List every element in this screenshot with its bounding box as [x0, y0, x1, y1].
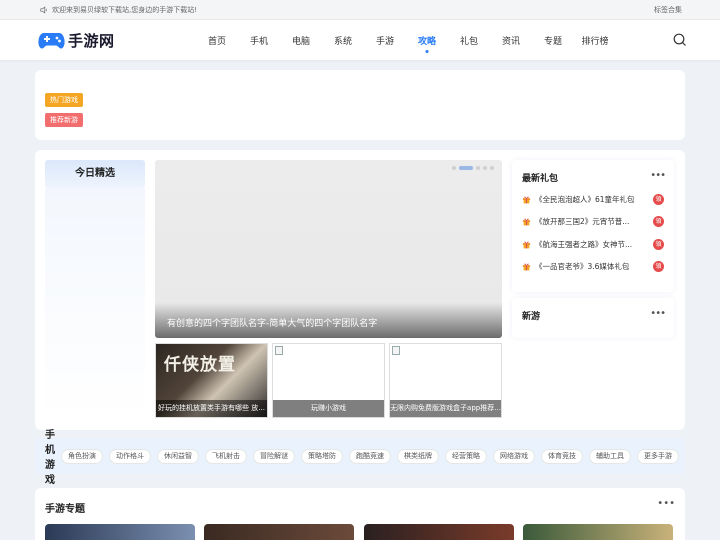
more-icon[interactable]: ••• [657, 498, 675, 509]
nav-item-guides[interactable]: 攻略 [406, 34, 448, 47]
mobile-games-title: 手机游戏 [45, 430, 55, 486]
topics-section: 手游专题 ••• [35, 488, 685, 540]
gift-item[interactable]: 《航海王强者之路》女神节... 領 [522, 237, 664, 251]
gift-icon [522, 196, 531, 203]
speaker-icon [40, 6, 47, 13]
slider-dot[interactable] [483, 166, 487, 170]
thumb-caption: 好玩的挂机放置类手游有哪些 放... [156, 400, 267, 417]
new-games-title: 新游 [522, 312, 541, 322]
broken-image-icon [392, 346, 400, 355]
nav-item-home[interactable]: 首页 [196, 34, 238, 47]
recommended-games-tag[interactable]: 推荐新游 [45, 113, 83, 127]
site-logo[interactable]: 手游网 [38, 30, 196, 51]
category-pill[interactable]: 体育竞技 [541, 448, 583, 464]
thumb-game-box[interactable]: 无限内购免费版游戏盒子app推荐... [389, 343, 502, 418]
thumb-earn-games[interactable]: 玩赚小游戏 [272, 343, 385, 418]
game-art-title: 仟侠放置 [164, 355, 236, 375]
category-pill[interactable]: 网络游戏 [493, 448, 535, 464]
slider-dot[interactable] [459, 166, 473, 170]
tag-collection-link[interactable]: 标签合集 [654, 5, 682, 15]
topic-card-image[interactable] [204, 524, 354, 540]
topics-title: 手游专题 [45, 504, 85, 515]
slider-dot[interactable] [476, 166, 480, 170]
thumbnail-row: 仟侠放置 好玩的挂机放置类手游有哪些 放... 玩赚小游戏 无限内购免费版游戏盒… [155, 343, 502, 418]
nav-item-rankings[interactable]: 排行榜 [574, 34, 616, 47]
tags-card: 热门游戏 推荐新游 [35, 70, 685, 140]
gift-item[interactable]: 《全民泡泡超人》61童年礼包 領 [522, 192, 664, 206]
more-icon[interactable]: ••• [650, 170, 666, 181]
category-pill[interactable]: 角色扮演 [61, 448, 103, 464]
topic-card-image[interactable] [364, 524, 514, 540]
gift-name: 《航海王强者之路》女神节... [535, 239, 633, 249]
top-bar: 欢迎来到易贝绿软下载站,您身边的手游下载站! 标签合集 [0, 0, 720, 20]
gift-item[interactable]: 《放开那三国2》元宵节普... 領 [522, 215, 664, 229]
main-nav: 首页 手机 电脑 系统 手游 攻略 礼包 资讯 专题 排行榜 [196, 34, 672, 47]
nav-item-mobile-games[interactable]: 手游 [364, 34, 406, 47]
category-pill[interactable]: 跑酷竞速 [349, 448, 391, 464]
gift-name: 《全民泡泡超人》61童年礼包 [535, 194, 635, 204]
today-picks-title: 今日精选 [45, 160, 145, 188]
welcome-text: 欢迎来到易贝绿软下载站,您身边的手游下载站! [52, 5, 198, 14]
get-gift-badge[interactable]: 領 [653, 261, 664, 272]
topic-card-image[interactable] [523, 524, 673, 540]
thumb-caption: 玩赚小游戏 [273, 400, 384, 417]
category-pill[interactable]: 经营策略 [445, 448, 487, 464]
gamepad-logo-icon [38, 33, 65, 49]
nav-item-topics[interactable]: 专题 [532, 34, 574, 47]
welcome-notice: 欢迎来到易贝绿软下载站,您身边的手游下载站! [40, 5, 197, 15]
gift-name: 《一品官老爷》3.6媒体礼包 [535, 262, 630, 271]
gift-item[interactable]: 《一品官老爷》3.6媒体礼包 領 [522, 260, 664, 274]
search-icon[interactable] [672, 32, 688, 48]
category-bar: 手机游戏 角色扮演 动作格斗 休闲益智 飞机射击 冒险解谜 策略塔防 跑酷竞速 棋类纸牌 经营策… [35, 430, 685, 486]
slider-dot[interactable] [452, 166, 456, 170]
nav-item-system[interactable]: 系统 [322, 34, 364, 47]
slider-dot[interactable] [490, 166, 494, 170]
featured-section: 今日精选 有创意的四个字团队名字-简单大气的四个字团队名字 仟侠放置 好玩的挂机… [35, 150, 685, 430]
nav-item-news[interactable]: 资讯 [490, 34, 532, 47]
latest-gifts-panel: 最新礼包 ••• 《全民泡泡超人》61童年礼包領《放开那三国2》元宵节普... 領… [512, 160, 674, 292]
gift-icon [522, 263, 531, 271]
header: 手游网 首页 手机 电脑 系统 手游 攻略 礼包 资讯 专题 排行榜 [0, 20, 720, 60]
logo-text: 手游网 [68, 31, 115, 50]
category-pill[interactable]: 棋类纸牌 [397, 448, 439, 464]
more-icon[interactable]: ••• [650, 308, 666, 319]
category-pill[interactable]: 休闲益智 [157, 448, 199, 464]
category-pill[interactable]: 冒险解谜 [253, 448, 295, 464]
hot-games-tag[interactable]: 热门游戏 [45, 93, 83, 107]
gifts-title: 最新礼包 [522, 174, 559, 184]
category-pill[interactable]: 动作格斗 [109, 448, 151, 464]
gift-icon [522, 218, 531, 226]
gift-name: 《放开那三国2》元宵节普... [535, 217, 630, 226]
topic-card-image[interactable] [45, 524, 195, 540]
nav-item-pc[interactable]: 电脑 [280, 34, 322, 47]
thumb-caption: 无限内购免费版游戏盒子app推荐... [390, 400, 501, 417]
new-games-panel: 新游 ••• [512, 298, 674, 338]
slider-dots [452, 166, 494, 170]
slider-caption[interactable]: 有创意的四个字团队名字-简单大气的四个字团队名字 [167, 316, 377, 329]
get-gift-badge[interactable]: 領 [653, 216, 664, 227]
category-pill[interactable]: 飞机射击 [205, 448, 247, 464]
broken-image-icon [275, 346, 283, 355]
category-pill[interactable]: 策略塔防 [301, 448, 343, 464]
hero-slider[interactable]: 有创意的四个字团队名字-简单大气的四个字团队名字 [155, 160, 502, 338]
gift-icon [522, 241, 531, 248]
nav-item-gifts[interactable]: 礼包 [448, 34, 490, 47]
category-pill[interactable]: 更多手游 [637, 448, 679, 464]
today-picks-panel [45, 188, 145, 418]
thumb-idle-games[interactable]: 仟侠放置 好玩的挂机放置类手游有哪些 放... [155, 343, 268, 418]
get-gift-badge[interactable]: 領 [653, 193, 664, 205]
get-gift-badge[interactable]: 領 [653, 238, 664, 250]
category-pill[interactable]: 辅助工具 [589, 448, 631, 464]
nav-item-mobile[interactable]: 手机 [238, 34, 280, 47]
